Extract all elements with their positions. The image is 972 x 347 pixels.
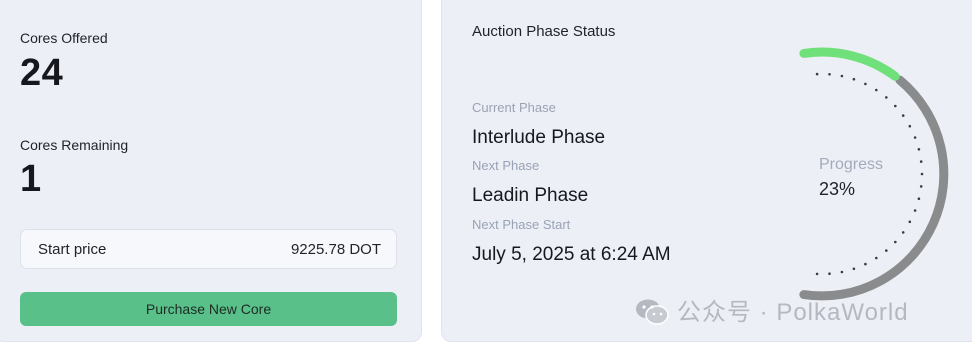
gauge-tick-dot: [840, 74, 844, 78]
gauge-progress-fill: [799, 47, 900, 81]
auction-phase-card: Auction Phase Status Current Phase Inter…: [441, 0, 972, 342]
cores-offered-label: Cores Offered: [20, 30, 108, 46]
gauge-tick-dot: [894, 240, 897, 244]
gauge-tick-dot: [901, 114, 905, 117]
gauge-tick-dot: [908, 124, 912, 128]
gauge-tick-dot: [901, 231, 905, 234]
start-price-value: 9225.78 DOT: [290, 241, 381, 258]
gauge-tick-dot: [864, 262, 867, 266]
gauge-tick-dot: [815, 72, 819, 76]
gauge-tick-dots: [815, 72, 924, 276]
gauge-tick-dot: [885, 249, 888, 252]
cores-remaining-value: 1: [20, 158, 42, 200]
watermark-text: 公众号 · PolkaWorld: [677, 299, 909, 326]
gauge-tick-dot: [894, 104, 897, 108]
gauge-tick-dot: [919, 185, 923, 188]
progress-label: Progress: [819, 156, 884, 173]
start-price-label: Start price: [38, 241, 107, 258]
gauge-tick-dot: [913, 136, 917, 139]
gauge-tick-dot: [815, 272, 819, 276]
gauge-tick-dot: [920, 172, 924, 176]
cores-offered-value: 24: [20, 52, 64, 94]
gauge-tick-dot: [828, 73, 831, 76]
gauge-tick-dot: [908, 220, 912, 224]
core-summary-card: Cores Offered 24 Cores Remaining 1 Start…: [0, 0, 422, 342]
start-price-box: Start price 9225.78 DOT: [20, 229, 397, 269]
progress-value: 23%: [819, 179, 856, 199]
gauge-tick-dot: [919, 160, 923, 163]
gauge-tick-dot: [875, 88, 878, 92]
cores-remaining-label: Cores Remaining: [20, 137, 129, 153]
gauge-tick-dot: [913, 209, 917, 212]
gauge-tick-dot: [864, 82, 867, 86]
gauge-tick-dot: [840, 270, 844, 274]
purchase-new-core-button[interactable]: Purchase New Core: [20, 292, 397, 326]
wechat-icon: [636, 299, 669, 325]
gauge-tick-dot: [885, 96, 888, 99]
gauge-tick-dot: [917, 197, 921, 200]
gauge-tick-dot: [917, 148, 921, 151]
gauge-tick-dot: [852, 267, 856, 271]
gauge-tick-dot: [875, 256, 878, 260]
gauge-tick-dot: [828, 272, 831, 276]
gauge-tick-dot: [852, 77, 856, 81]
watermark: 公众号 · PolkaWorld: [635, 292, 909, 327]
